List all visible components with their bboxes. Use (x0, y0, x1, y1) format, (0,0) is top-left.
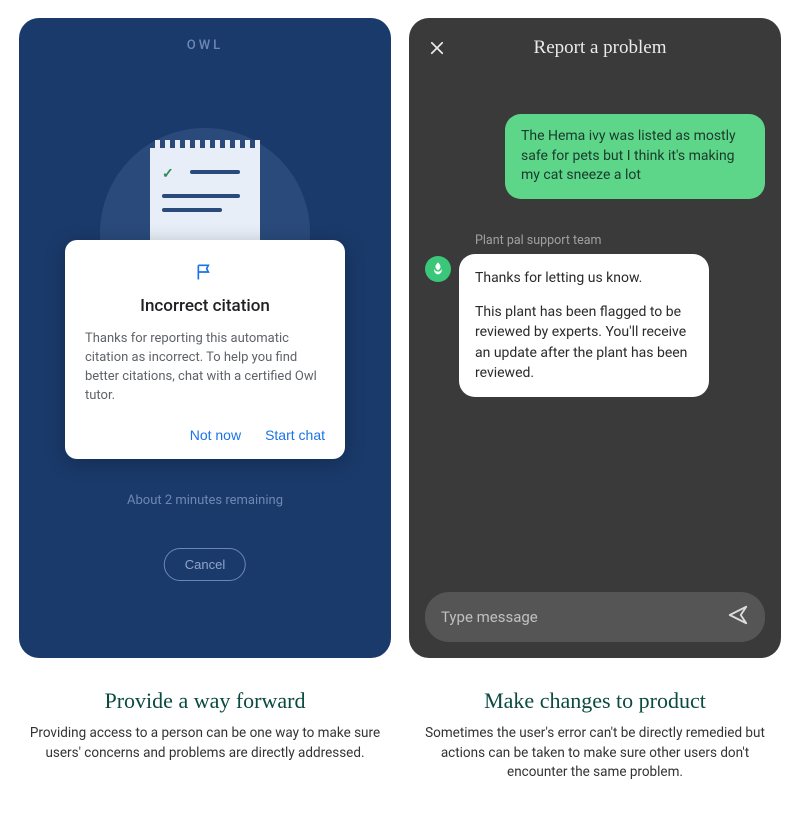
cancel-button[interactable]: Cancel (164, 548, 246, 581)
agent-message-line: This plant has been flagged to be review… (475, 302, 693, 383)
message-input-placeholder: Type message (441, 608, 727, 626)
dialog-body: Thanks for reporting this automatic cita… (85, 330, 325, 405)
start-chat-button[interactable]: Start chat (265, 427, 325, 443)
agent-message-line: Thanks for letting us know. (475, 268, 693, 288)
caption-title: Make changes to product (409, 688, 781, 714)
owl-app-screen: OWL ✓ Incorrect citation Thanks for repo… (19, 18, 391, 658)
user-message-bubble: The Hema ivy was listed as mostly safe f… (505, 114, 765, 199)
caption-body: Sometimes the user's error can't be dire… (409, 724, 781, 783)
not-now-button[interactable]: Not now (190, 427, 241, 443)
agent-message-bubble: Thanks for letting us know. This plant h… (459, 254, 709, 397)
caption-title: Provide a way forward (19, 688, 391, 714)
support-team-label: Plant pal support team (475, 233, 765, 248)
right-caption: Make changes to product Sometimes the us… (409, 688, 781, 783)
send-icon[interactable] (727, 604, 749, 630)
chat-header: Report a problem (409, 18, 781, 70)
left-caption: Provide a way forward Providing access t… (19, 688, 391, 783)
incorrect-citation-dialog: Incorrect citation Thanks for reporting … (65, 240, 345, 459)
chat-body: The Hema ivy was listed as mostly safe f… (409, 70, 781, 576)
page-title: Report a problem (463, 37, 737, 59)
dialog-title: Incorrect citation (85, 296, 325, 316)
close-icon[interactable] (425, 36, 449, 60)
plant-pal-report-screen: Report a problem The Hema ivy was listed… (409, 18, 781, 658)
app-title: OWL (19, 38, 391, 53)
check-icon: ✓ (162, 166, 174, 182)
flag-icon (85, 262, 325, 286)
message-input[interactable]: Type message (425, 592, 765, 642)
caption-body: Providing access to a person can be one … (19, 724, 391, 763)
time-remaining-label: About 2 minutes remaining (19, 493, 391, 508)
plant-icon (425, 256, 451, 282)
